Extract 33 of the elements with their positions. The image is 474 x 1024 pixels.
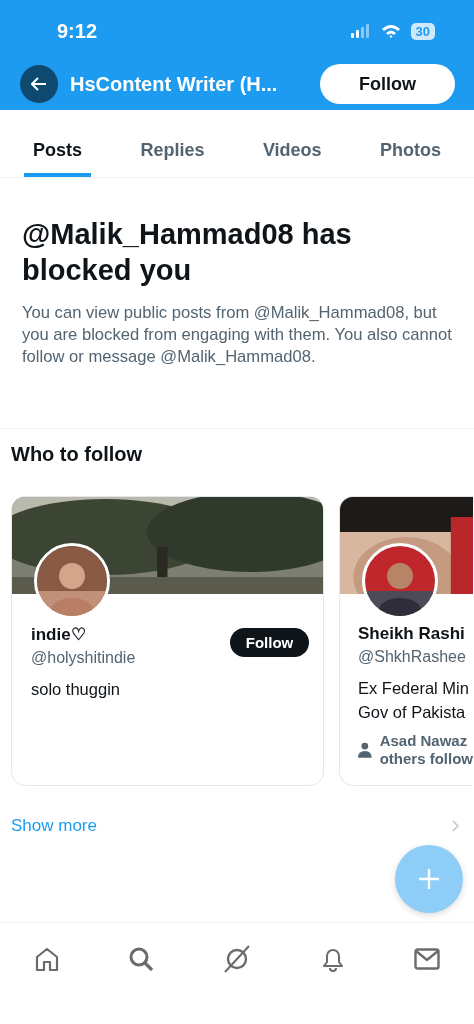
plus-icon bbox=[418, 868, 440, 890]
back-arrow-icon bbox=[31, 77, 47, 91]
search-icon[interactable] bbox=[128, 946, 154, 972]
section-heading: Who to follow bbox=[11, 443, 144, 466]
tab[interactable]: Photos bbox=[371, 130, 450, 177]
follow-button[interactable]: Follow bbox=[230, 628, 309, 657]
status-time: 9:12 bbox=[57, 19, 98, 43]
blocked-message: You can view public posts from @Malik_Hammad08, but you are blocked from engaging with them. You also cannot follow or message @Malik_Hammad08. bbox=[22, 302, 452, 368]
battery-indicator: 30 bbox=[410, 22, 435, 40]
tab[interactable]: Posts bbox=[24, 130, 92, 177]
signal-icon bbox=[350, 24, 371, 38]
wifi-icon bbox=[380, 24, 401, 38]
tab[interactable]: Videos bbox=[253, 130, 331, 177]
slashed-circle-icon[interactable] bbox=[222, 944, 252, 974]
profile-handle: @ShkhRashee bbox=[358, 648, 466, 666]
profile-bio: Gov of Pakista bbox=[358, 702, 467, 723]
followed-by-text: Asad Nawaz bbox=[379, 732, 469, 750]
profile-bio: solo thuggin bbox=[31, 679, 121, 700]
profile-handle: @holyshitindie bbox=[31, 649, 136, 667]
followed-by-text: others follow bbox=[379, 750, 473, 768]
profile-name: indie♡ bbox=[31, 624, 87, 645]
profile-bio: Ex Federal Min bbox=[358, 678, 470, 699]
person-icon bbox=[358, 742, 372, 758]
home-icon[interactable] bbox=[34, 946, 60, 972]
mail-icon[interactable] bbox=[414, 948, 440, 970]
bell-icon[interactable] bbox=[320, 946, 346, 972]
follow-button[interactable]: Follow bbox=[320, 64, 455, 104]
blocked-heading: @Malik_Hammad08 has blocked you bbox=[22, 217, 353, 288]
back-button[interactable] bbox=[20, 65, 58, 103]
profile-title: HsContent Writer (H... bbox=[70, 72, 279, 96]
chevron-right-icon bbox=[452, 820, 460, 832]
tab[interactable]: Replies bbox=[131, 130, 214, 177]
profile-name: Sheikh Rashi bbox=[358, 624, 466, 644]
